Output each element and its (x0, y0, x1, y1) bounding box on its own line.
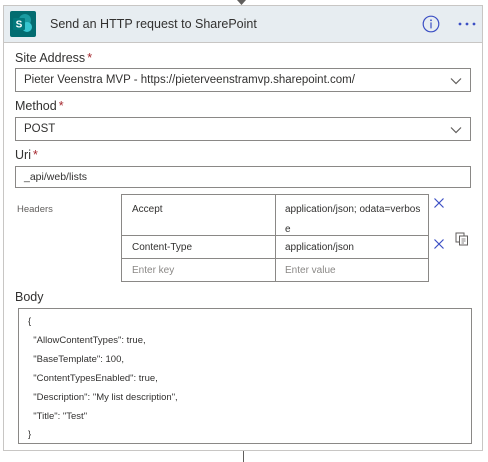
body-line: "Description": "My list description", (28, 392, 178, 403)
header-key: Content-Type (132, 242, 193, 253)
required-asterisk: * (58, 99, 64, 113)
site-address-label: Site Address * (15, 51, 92, 65)
chevron-down-icon (450, 127, 462, 134)
headers-table: Accept application/json; odata=verbose C… (121, 194, 429, 282)
header-key-cell[interactable]: Accept (122, 195, 276, 235)
header-row-new: Enter key Enter value (122, 259, 428, 281)
header-row: Accept application/json; odata=verbose (122, 195, 428, 236)
body-label: Body (15, 290, 44, 304)
header-value: application/json (285, 242, 354, 253)
action-header[interactable]: S Send an HTTP request to SharePoint (4, 6, 482, 43)
header-key-input[interactable]: Enter key (122, 259, 276, 281)
method-value: POST (24, 123, 56, 135)
flow-connector-line (243, 451, 244, 462)
headers-label: Headers (17, 204, 53, 215)
method-dropdown[interactable]: POST (15, 117, 471, 141)
header-value-cell[interactable]: application/json (276, 236, 428, 258)
delete-row-icon[interactable] (433, 238, 445, 250)
header-key: Accept (132, 204, 163, 215)
site-address-dropdown[interactable]: Pieter Veenstra MVP - https://pieterveen… (15, 68, 471, 92)
action-card: S Send an HTTP request to SharePoint Sit… (3, 5, 483, 451)
body-line: "BaseTemplate": 100, (28, 354, 124, 365)
body-line: "AllowContentTypes": true, (28, 335, 146, 346)
site-address-label-text: Site Address (15, 51, 86, 65)
header-key-cell[interactable]: Content-Type (122, 236, 276, 258)
uri-input[interactable]: _api/web/lists (15, 166, 471, 188)
sharepoint-icon: S (10, 11, 36, 37)
site-address-value: Pieter Veenstra MVP - https://pieterveen… (24, 74, 355, 86)
body-line: "ContentTypesEnabled": true, (28, 373, 158, 384)
header-value-cell[interactable]: application/json; odata=verbose (276, 195, 428, 235)
header-row: Content-Type application/json (122, 236, 428, 259)
body-textarea[interactable]: { "AllowContentTypes": true, "BaseTempla… (18, 308, 472, 444)
action-title: Send an HTTP request to SharePoint (50, 17, 257, 31)
more-options-icon[interactable] (456, 15, 478, 33)
header-key-placeholder: Enter key (132, 265, 175, 276)
required-asterisk: * (32, 148, 38, 162)
header-value-input[interactable]: Enter value (276, 259, 428, 281)
delete-row-icon[interactable] (433, 197, 445, 209)
header-value-placeholder: Enter value (285, 265, 336, 276)
uri-label-text: Uri (15, 148, 31, 162)
switch-to-text-mode-icon[interactable] (455, 232, 469, 246)
chevron-down-icon (450, 78, 462, 85)
body-line: "Title": "Test" (28, 411, 88, 422)
header-value: application/json; odata=verbose (285, 204, 421, 235)
body-label-text: Body (15, 290, 44, 304)
uri-label: Uri * (15, 148, 38, 162)
method-label: Method * (15, 99, 64, 113)
sharepoint-icon-letter: S (16, 20, 23, 31)
body-line: { (28, 316, 32, 327)
method-label-text: Method (15, 99, 57, 113)
body-line: } (28, 429, 32, 440)
uri-value: _api/web/lists (24, 171, 88, 183)
required-asterisk: * (87, 51, 93, 65)
info-icon[interactable] (422, 15, 440, 33)
